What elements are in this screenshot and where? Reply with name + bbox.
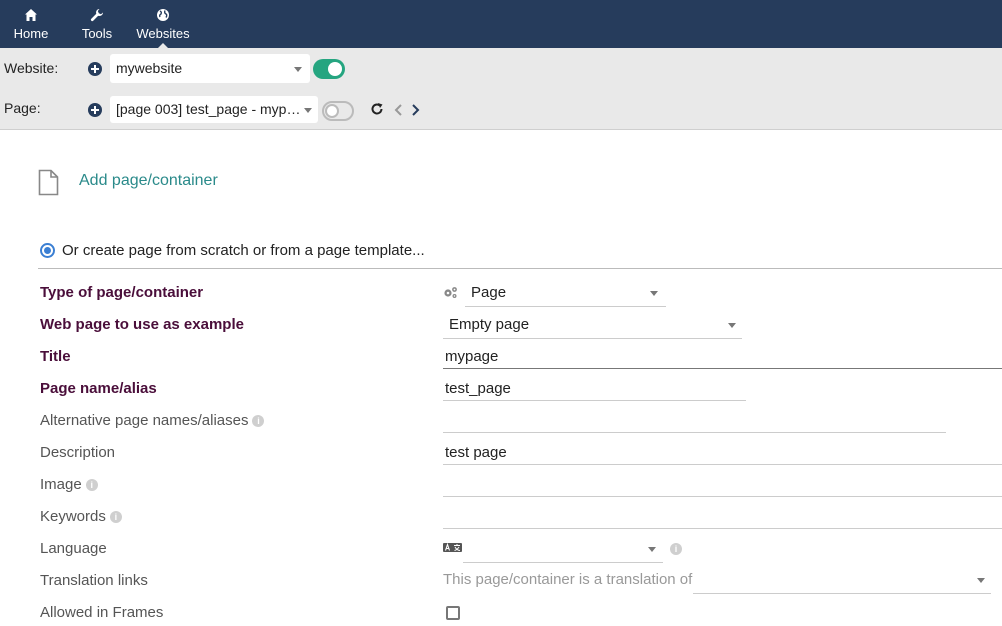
gears-icon xyxy=(444,287,457,298)
example-page-select[interactable]: Empty page xyxy=(443,316,742,339)
example-page-label: Web page to use as example xyxy=(40,316,244,333)
nav-item-label: Websites xyxy=(136,26,190,41)
chevron-down-icon xyxy=(977,578,985,583)
page-title: Add page/container xyxy=(79,172,218,189)
chevron-down-icon xyxy=(294,67,302,72)
description-input[interactable]: test page xyxy=(443,444,1002,465)
top-navigation: Home Tools Websites xyxy=(0,0,1002,49)
type-select[interactable]: Page xyxy=(465,284,666,307)
website-select-value: mywebsite xyxy=(116,60,183,76)
page-select-value: [page 003] test_page - myp… xyxy=(116,101,300,117)
title-input[interactable]: mypage xyxy=(443,348,1002,369)
page-bar: Page: [page 003] test_page - myp… xyxy=(0,90,1002,130)
divider xyxy=(38,268,1002,269)
alt-aliases-input[interactable] xyxy=(443,412,946,433)
allowed-in-frames-checkbox[interactable] xyxy=(446,606,460,620)
website-label: Website: xyxy=(4,60,59,76)
info-icon[interactable]: i xyxy=(85,479,98,492)
description-label: Description xyxy=(40,444,116,461)
info-icon[interactable]: i xyxy=(109,511,122,524)
chevron-down-icon xyxy=(650,291,658,296)
home-icon xyxy=(25,9,37,21)
allowed-in-frames-label: Allowed in Frames xyxy=(40,604,164,621)
page-alias-label: Page name/alias xyxy=(40,380,157,397)
chevron-down-icon xyxy=(304,108,312,113)
create-from-scratch-label[interactable]: Or create page from scratch or from a pa… xyxy=(62,242,425,259)
page-alias-input[interactable]: test_page xyxy=(443,380,746,401)
add-page-icon[interactable] xyxy=(88,103,102,117)
translation-links-label: Translation links xyxy=(40,572,148,589)
next-page-icon[interactable] xyxy=(410,103,420,117)
keywords-input[interactable] xyxy=(443,508,1002,529)
image-label-text: Image xyxy=(40,476,82,493)
language-label: Language xyxy=(40,540,107,557)
website-select[interactable]: mywebsite xyxy=(110,54,310,83)
website-bar: Website: mywebsite xyxy=(0,48,1002,90)
type-select-value: Page xyxy=(471,284,507,301)
toggle-knob xyxy=(328,62,342,76)
page-select[interactable]: [page 003] test_page - myp… xyxy=(110,96,318,123)
chevron-down-icon xyxy=(648,547,656,552)
page-status-toggle[interactable] xyxy=(322,101,354,121)
chevron-down-icon xyxy=(728,323,736,328)
translation-select[interactable] xyxy=(693,569,991,594)
nav-item-websites[interactable]: Websites xyxy=(134,0,192,49)
title-label: Title xyxy=(40,348,71,365)
translation-text: This page/container is a translation of xyxy=(443,571,693,588)
toggle-knob xyxy=(325,104,339,118)
refresh-icon[interactable] xyxy=(370,102,384,116)
type-label: Type of page/container xyxy=(40,284,204,301)
image-label: Image i xyxy=(40,476,98,493)
image-input[interactable] xyxy=(443,476,1002,497)
globe-icon xyxy=(157,9,169,21)
create-from-scratch-radio[interactable] xyxy=(40,243,55,258)
wrench-icon xyxy=(90,9,103,22)
nav-item-tools[interactable]: Tools xyxy=(78,0,116,48)
nav-item-home[interactable]: Home xyxy=(10,0,52,48)
language-select[interactable] xyxy=(463,540,663,563)
page-label: Page: xyxy=(4,100,41,116)
website-status-toggle[interactable] xyxy=(313,59,345,79)
info-icon[interactable]: i xyxy=(252,415,265,428)
keywords-label-text: Keywords xyxy=(40,508,106,525)
nav-item-label: Tools xyxy=(81,26,113,41)
previous-page-icon[interactable] xyxy=(394,103,404,117)
alt-aliases-label-text: Alternative page names/aliases xyxy=(40,412,249,429)
file-icon xyxy=(38,169,59,196)
language-icon xyxy=(443,543,462,552)
language-info-icon[interactable]: i xyxy=(670,543,682,555)
alt-aliases-label: Alternative page names/aliases i xyxy=(40,412,265,429)
example-page-select-value: Empty page xyxy=(449,316,530,333)
keywords-label: Keywords i xyxy=(40,508,122,525)
add-website-icon[interactable] xyxy=(88,62,102,76)
nav-item-label: Home xyxy=(13,26,49,41)
